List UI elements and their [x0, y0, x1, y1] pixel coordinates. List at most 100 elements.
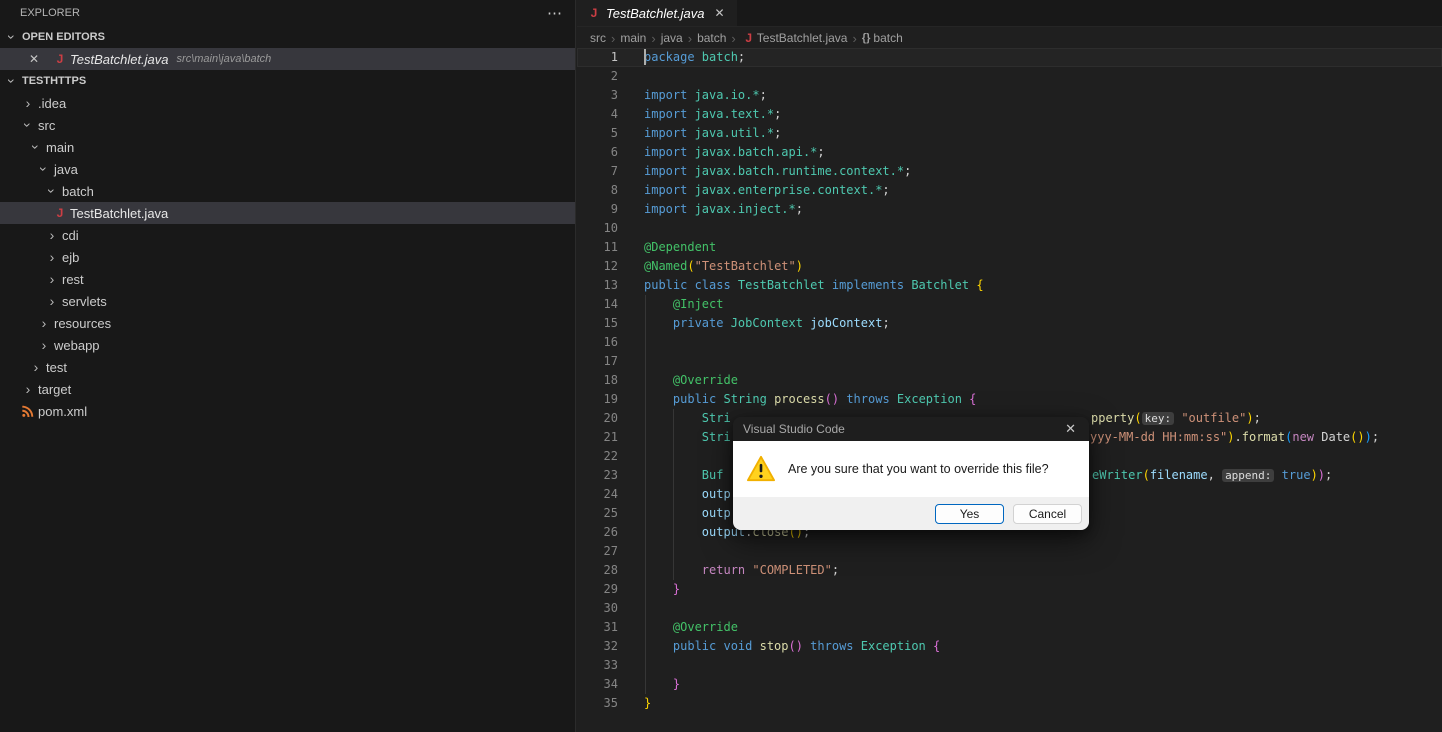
code-line-2[interactable]: 2: [577, 67, 1442, 86]
sidebar-item-cdi[interactable]: › cdi: [0, 224, 575, 246]
breadcrumb-item-src[interactable]: src: [590, 31, 606, 45]
indent-guide: [644, 523, 646, 542]
sidebar-item-label: TestBatchlet.java: [70, 205, 169, 221]
breadcrumb-item-batch[interactable]: {} batch: [862, 31, 903, 45]
sidebar-item--idea[interactable]: › .idea: [0, 92, 575, 114]
breadcrumb-separator-icon: ›: [731, 30, 736, 46]
code-line-12[interactable]: 12 @Named("TestBatchlet"): [577, 257, 1442, 276]
code-line-3[interactable]: 3 import java.io.*;: [577, 86, 1442, 105]
file-tree: › .idea › src › main › java › batch J TestBatchlet.…: [0, 92, 575, 422]
chevron-right-icon: ›: [33, 359, 39, 375]
code-line-10[interactable]: 10: [577, 219, 1442, 238]
breadcrumb-item-testbatchlet-java[interactable]: J TestBatchlet.java: [741, 31, 847, 45]
chevron-down-icon: ›: [4, 34, 20, 40]
code-line-32[interactable]: 32 public void stop() throws Exception {: [577, 637, 1442, 656]
line-number: 14: [603, 297, 618, 311]
code-line-9[interactable]: 9 import javax.inject.*;: [577, 200, 1442, 219]
sidebar-item-label: webapp: [54, 337, 100, 353]
breadcrumb-item-main[interactable]: main: [620, 31, 646, 45]
line-number: 23: [603, 468, 618, 482]
open-editor-path: src\main\java\batch: [176, 53, 272, 65]
indent-guide: [673, 466, 675, 485]
code-line-1[interactable]: 1 package batch;: [577, 48, 1442, 67]
tab-testbatchlet[interactable]: J TestBatchlet.java ✕: [577, 0, 737, 26]
open-editor-item[interactable]: ✕ J TestBatchlet.java src\main\java\batc…: [0, 48, 575, 70]
indent-guide: [673, 447, 675, 466]
explorer-title: EXPLORER: [20, 7, 80, 19]
code-line-16[interactable]: 16: [577, 333, 1442, 352]
yes-button[interactable]: Yes: [935, 504, 1004, 524]
breadcrumb-label: src: [590, 31, 606, 45]
sidebar-item-main[interactable]: › main: [0, 136, 575, 158]
indent-guide: [644, 333, 646, 352]
code-line-14[interactable]: 14 @Inject: [577, 295, 1442, 314]
chevron-right-icon: ›: [41, 315, 47, 331]
code-line-7[interactable]: 7 import javax.batch.runtime.context.*;: [577, 162, 1442, 181]
chevron-right-icon: ›: [25, 381, 31, 397]
code-line-31[interactable]: 31 @Override: [577, 618, 1442, 637]
sidebar-item-ejb[interactable]: › ejb: [0, 246, 575, 268]
project-section[interactable]: › TESTHTTPS: [0, 70, 575, 92]
close-editor-icon[interactable]: ✕: [26, 52, 42, 66]
breadcrumb-label: main: [620, 31, 647, 45]
line-number: 9: [610, 202, 618, 216]
code-line-5[interactable]: 5 import java.util.*;: [577, 124, 1442, 143]
code-editor[interactable]: 1 package batch; 2 3 import java.io.*; 4 impor…: [577, 48, 1442, 732]
sidebar-item-batch[interactable]: › batch: [0, 180, 575, 202]
line-number: 25: [603, 506, 618, 520]
chevron-down-icon: ›: [36, 166, 52, 172]
code-line-35[interactable]: 35}: [577, 694, 1442, 713]
breadcrumb-item-java[interactable]: java: [661, 31, 683, 45]
vscode-window: EXPLORER ⋯ › OPEN EDITORS ✕ J TestBatchl…: [0, 0, 1442, 732]
line-number: 35: [603, 696, 618, 710]
sidebar-item-rest[interactable]: › rest: [0, 268, 575, 290]
dialog-close-icon[interactable]: ✕: [1062, 421, 1079, 437]
sidebar-item-src[interactable]: › src: [0, 114, 575, 136]
sidebar-item-label: resources: [54, 315, 112, 331]
code-line-28[interactable]: 28 return "COMPLETED";: [577, 561, 1442, 580]
code-line-18[interactable]: 18 @Override: [577, 371, 1442, 390]
more-actions-icon[interactable]: ⋯: [547, 4, 563, 22]
indent-guide: [644, 599, 646, 618]
code-line-34[interactable]: 34 }: [577, 675, 1442, 694]
sidebar-item-testbatchlet-java[interactable]: J TestBatchlet.java: [0, 202, 575, 224]
sidebar-item-servlets[interactable]: › servlets: [0, 290, 575, 312]
tab-close-icon[interactable]: ✕: [713, 6, 727, 20]
code-line-17[interactable]: 17: [577, 352, 1442, 371]
code-line-19[interactable]: 19 public String process() throws Except…: [577, 390, 1442, 409]
line-number: 18: [603, 373, 618, 387]
editor-pane: J TestBatchlet.java ✕ src › main › java › batc…: [577, 0, 1442, 732]
sidebar-item-pom-xml[interactable]: pom.xml: [0, 400, 575, 422]
code-fragment-right: eWriter(filename, append: true));: [1092, 468, 1333, 482]
indent-guide: [644, 314, 646, 333]
sidebar-item-webapp[interactable]: › webapp: [0, 334, 575, 356]
indent-guide: [644, 371, 646, 390]
sidebar-item-target[interactable]: › target: [0, 378, 575, 400]
line-number: 32: [603, 639, 618, 653]
code-line-15[interactable]: 15 private JobContext jobContext;: [577, 314, 1442, 333]
code-line-4[interactable]: 4 import java.text.*;: [577, 105, 1442, 124]
line-number: 10: [603, 221, 618, 235]
line-number: 2: [610, 69, 618, 83]
override-confirm-dialog: Visual Studio Code ✕ Are you sure that y…: [733, 417, 1089, 530]
sidebar-item-java[interactable]: › java: [0, 158, 575, 180]
java-file-icon: J: [56, 206, 64, 220]
chevron-right-icon: ›: [49, 227, 55, 243]
sidebar-item-label: ejb: [62, 249, 80, 265]
cancel-button[interactable]: Cancel: [1013, 504, 1082, 524]
code-line-11[interactable]: 11 @Dependent: [577, 238, 1442, 257]
code-line-8[interactable]: 8 import javax.enterprise.context.*;: [577, 181, 1442, 200]
sidebar-item-resources[interactable]: › resources: [0, 312, 575, 334]
breadcrumb-item-batch[interactable]: batch: [697, 31, 726, 45]
open-editors-label: OPEN EDITORS: [22, 31, 105, 43]
code-fragment-right: pperty(key: "outfile");: [1091, 411, 1261, 425]
code-line-29[interactable]: 29 }: [577, 580, 1442, 599]
open-editors-section[interactable]: › OPEN EDITORS: [0, 26, 575, 48]
code-line-6[interactable]: 6 import javax.batch.api.*;: [577, 143, 1442, 162]
code-line-33[interactable]: 33: [577, 656, 1442, 675]
code-line-30[interactable]: 30: [577, 599, 1442, 618]
line-number: 11: [603, 240, 618, 254]
code-line-27[interactable]: 27: [577, 542, 1442, 561]
code-line-13[interactable]: 13 public class TestBatchlet implements B…: [577, 276, 1442, 295]
sidebar-item-test[interactable]: › test: [0, 356, 575, 378]
